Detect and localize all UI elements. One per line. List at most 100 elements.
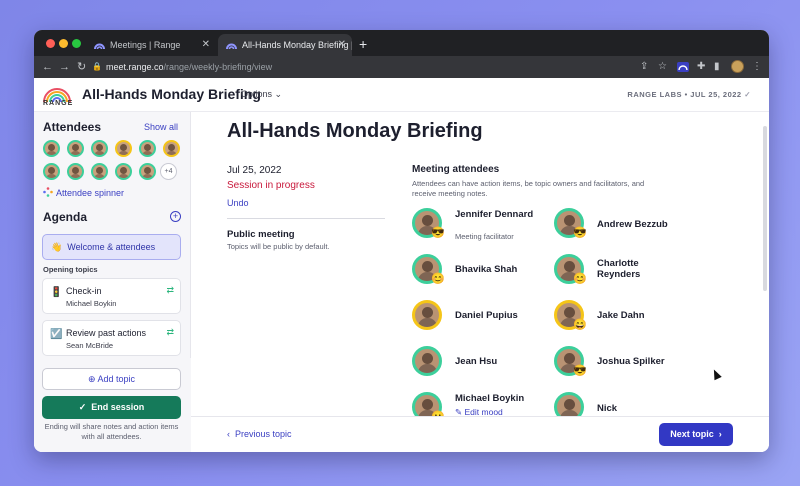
mood-emoji-icon: 😄 <box>573 319 587 331</box>
attendee-name: Andrew Bezzub <box>597 219 668 230</box>
close-tab-icon[interactable]: ✕ <box>202 34 210 56</box>
back-arrow-icon[interactable]: ← <box>42 59 53 75</box>
public-meeting-note: Topics will be public by default. <box>227 242 330 251</box>
attendee-jean-hsu[interactable]: Jean Hsu <box>412 346 562 386</box>
session-status: Session in progress <box>227 180 315 191</box>
next-topic-label: Next topic <box>670 429 714 439</box>
attendee-jake-dahn[interactable]: 😄 Jake Dahn <box>554 300 704 340</box>
end-session-button[interactable]: ✓ End session <box>42 396 181 419</box>
attendee-name: Nick <box>597 403 618 414</box>
mood-emoji-icon: 😎 <box>573 365 587 377</box>
spinner-label: Attendee spinner <box>56 188 125 198</box>
attendee-joshua-spilker[interactable]: 😎 Joshua Spilker <box>554 346 704 386</box>
check-icon: ✓ <box>78 402 87 412</box>
repeat-icon: ⇄ <box>166 327 174 337</box>
mood-emoji-icon: 😎 <box>573 227 587 239</box>
close-tab-icon[interactable]: ✕ <box>338 34 346 56</box>
agenda-item-welcome[interactable]: 👋 Welcome & attendees <box>42 234 181 260</box>
add-agenda-icon[interactable]: + <box>170 211 181 222</box>
range-favicon-icon <box>94 43 105 50</box>
minimize-window-button[interactable] <box>59 39 68 48</box>
opening-topics-label: Opening topics <box>43 265 98 274</box>
undo-link[interactable]: Undo <box>227 198 249 208</box>
public-meeting-heading: Public meeting <box>227 229 295 240</box>
more-attendees-badge[interactable]: +4 <box>160 163 177 180</box>
close-window-button[interactable] <box>46 39 55 48</box>
attendee-name: Jennifer Dennard <box>455 209 534 220</box>
forward-arrow-icon[interactable]: → <box>59 59 70 75</box>
attendee-avatar[interactable] <box>91 140 108 157</box>
topic-owner: Sean McBride <box>66 341 114 350</box>
attendee-avatar[interactable] <box>139 163 156 180</box>
attendee-name: Daniel Pupius <box>455 310 518 321</box>
meeting-date: Jul 25, 2022 <box>227 165 282 176</box>
agenda-topic-review-past-actions[interactable]: ☑️ Review past actions Sean McBride ⇄ <box>42 320 181 356</box>
attendee-avatar[interactable] <box>91 163 108 180</box>
chevron-down-icon: ⌄ <box>274 89 283 99</box>
checkbox-icon: ☑️ <box>50 329 63 340</box>
attendee-avatar[interactable] <box>115 140 132 157</box>
mood-emoji-icon: 😊 <box>431 273 445 285</box>
browser-tab-bar: Meetings | Range ✕ All-Hands Monday Brie… <box>34 30 769 56</box>
agenda-topic-check-in[interactable]: 🚦 Check-in Michael Boykin ⇄ <box>42 278 181 314</box>
main-content: All-Hands Monday Briefing Jul 25, 2022 S… <box>191 112 769 452</box>
org-date-label: RANGE LABS • JUL 25, 2022 ✓ <box>627 90 751 99</box>
share-icon[interactable]: ⇪ <box>640 59 648 75</box>
options-menu[interactable]: Options ⌄ <box>241 89 282 100</box>
wave-icon: 👋 <box>51 242 63 252</box>
traffic-light-icon: 🚦 <box>50 287 63 298</box>
attendee-avatar[interactable] <box>43 163 60 180</box>
browser-tab-meetings[interactable]: Meetings | Range ✕ <box>86 34 216 56</box>
browser-menu-icon[interactable]: ⋮ <box>752 59 762 75</box>
chevron-left-icon: ‹ <box>227 429 230 439</box>
attendee-name: Jake Dahn <box>597 310 645 321</box>
profile-avatar[interactable] <box>731 60 744 73</box>
attendee-charlotte-reynders[interactable]: 😊 Charlotte Reynders <box>554 254 704 294</box>
repeat-icon: ⇄ <box>166 285 174 295</box>
meeting-attendees-heading: Meeting attendees <box>412 164 500 175</box>
attendees-heading: Attendees <box>43 120 102 134</box>
scrollbar[interactable] <box>763 126 767 291</box>
attendee-avatar[interactable] <box>67 140 84 157</box>
next-topic-button[interactable]: Next topic › <box>659 423 733 446</box>
add-topic-button[interactable]: ⊕ Add topic <box>42 368 181 390</box>
new-tab-icon[interactable]: + <box>359 34 367 54</box>
avatar <box>412 300 442 330</box>
mood-emoji-icon: 😎 <box>431 227 445 239</box>
divider <box>227 218 385 219</box>
add-topic-label: Add topic <box>97 374 136 384</box>
reload-icon[interactable]: ↻ <box>77 59 86 75</box>
previous-topic-button[interactable]: ‹ Previous topic <box>227 429 292 439</box>
range-favicon-icon <box>226 43 237 50</box>
bookmark-star-icon[interactable]: ☆ <box>658 59 667 75</box>
range-extension-icon[interactable] <box>677 62 689 72</box>
attendee-avatar[interactable] <box>115 163 132 180</box>
attendee-spinner-link[interactable]: Attendee spinner <box>43 187 124 198</box>
sidebar-toggle-icon[interactable]: ▮ <box>714 59 720 75</box>
url-field[interactable]: meet.range.co/range/weekly-briefing/view <box>106 59 666 75</box>
previous-topic-label: Previous topic <box>235 429 292 439</box>
attendee-bhavika-shah[interactable]: 😊 Bhavika Shah <box>412 254 562 294</box>
chevron-right-icon: › <box>718 429 722 439</box>
maximize-window-button[interactable] <box>72 39 81 48</box>
attendee-avatar[interactable] <box>139 140 156 157</box>
logo-text: RANGE <box>43 100 74 107</box>
topic-owner: Michael Boykin <box>66 299 117 308</box>
browser-tab-briefing[interactable]: All-Hands Monday Briefing | Ra ✕ <box>218 34 352 56</box>
attendee-jennifer-dennard[interactable]: 😎 Jennifer Dennard Meeting facilitator <box>412 208 562 248</box>
end-session-label: End session <box>91 402 145 412</box>
attendee-avatar[interactable] <box>67 163 84 180</box>
attendee-andrew-bezzub[interactable]: 😎 Andrew Bezzub <box>554 208 704 248</box>
topic-title: Check-in <box>66 286 102 296</box>
address-bar: ← → ↻ 🔒 meet.range.co/range/weekly-brief… <box>34 56 769 78</box>
avatar <box>412 346 442 376</box>
attendee-daniel-pupius[interactable]: Daniel Pupius <box>412 300 562 340</box>
mood-emoji-icon: 😊 <box>573 273 587 285</box>
check-icon: ✓ <box>744 90 751 99</box>
extensions-puzzle-icon[interactable]: ✚ <box>697 59 705 75</box>
show-all-link[interactable]: Show all <box>144 122 178 132</box>
attendee-avatar[interactable] <box>163 140 180 157</box>
attendee-name: Jean Hsu <box>455 356 498 367</box>
browser-window: Meetings | Range ✕ All-Hands Monday Brie… <box>34 30 769 452</box>
attendee-avatar[interactable] <box>43 140 60 157</box>
